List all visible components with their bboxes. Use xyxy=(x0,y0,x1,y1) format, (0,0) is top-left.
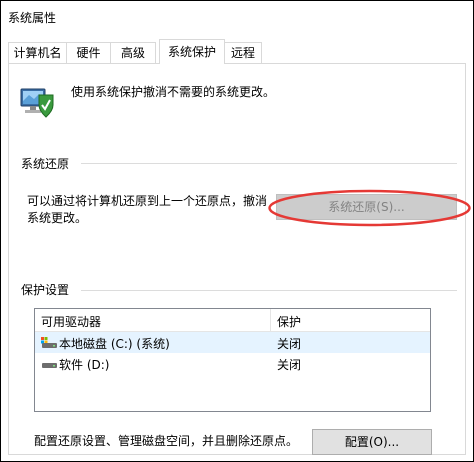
column-separator[interactable] xyxy=(270,309,271,331)
system-properties-window: 系统属性 计算机名 硬件 高级 系统保护 远程 使用系统保护撤消不需要的系统更改… xyxy=(0,0,474,462)
system-restore-description-line-1: 可以通过将计算机还原到上一个还原点，撤消 xyxy=(27,194,268,208)
system-restore-button[interactable]: 系统还原(S)... xyxy=(276,194,457,220)
system-restore-description: 可以通过将计算机还原到上一个还原点，撤消 系统更改。 xyxy=(27,193,277,227)
system-drive-icon xyxy=(41,337,57,348)
tab-remote[interactable]: 远程 xyxy=(224,42,262,63)
protection-settings-group-title: 保护设置 xyxy=(21,283,70,297)
protection-settings-divider xyxy=(81,290,457,291)
drive-name: 软件 (D:) xyxy=(59,358,110,372)
window-title: 系统属性 xyxy=(8,11,57,25)
tab-system-protection[interactable]: 系统保护 xyxy=(159,39,225,64)
intro-text: 使用系统保护撤消不需要的系统更改。 xyxy=(71,85,276,99)
tab-advanced[interactable]: 高级 xyxy=(110,42,156,63)
column-header-drive[interactable]: 可用驱动器 xyxy=(41,313,101,330)
configure-description: 配置还原设置、管理磁盘空间，并且删除还原点。 xyxy=(34,434,299,448)
drive-icon xyxy=(42,363,57,368)
title-bar[interactable]: 系统属性 xyxy=(1,1,473,33)
column-header-protection[interactable]: 保护 xyxy=(277,313,301,330)
drive-name: 本地磁盘 (C:) (系统) xyxy=(59,337,170,351)
protection-status: 关闭 xyxy=(277,337,302,351)
tab-computer-name[interactable]: 计算机名 xyxy=(8,42,67,63)
drive-row-c[interactable]: 本地磁盘 (C:) (系统) 关闭 xyxy=(35,332,430,353)
drives-list-header: 可用驱动器 保护 xyxy=(35,309,430,332)
protection-status: 关闭 xyxy=(277,358,302,372)
drive-row-d[interactable]: 软件 (D:) 关闭 xyxy=(35,353,430,374)
computer-shield-icon xyxy=(20,88,54,118)
system-restore-description-line-2: 系统更改。 xyxy=(27,211,88,225)
configure-button[interactable]: 配置(O)... xyxy=(312,429,432,455)
drives-list[interactable]: 可用驱动器 保护 本地磁盘 (C:) (系统) 关闭 软件 (D:) 关闭 xyxy=(34,308,431,412)
system-restore-group-title: 系统还原 xyxy=(21,157,70,171)
tab-hardware[interactable]: 硬件 xyxy=(66,42,111,63)
system-restore-divider xyxy=(81,163,457,164)
